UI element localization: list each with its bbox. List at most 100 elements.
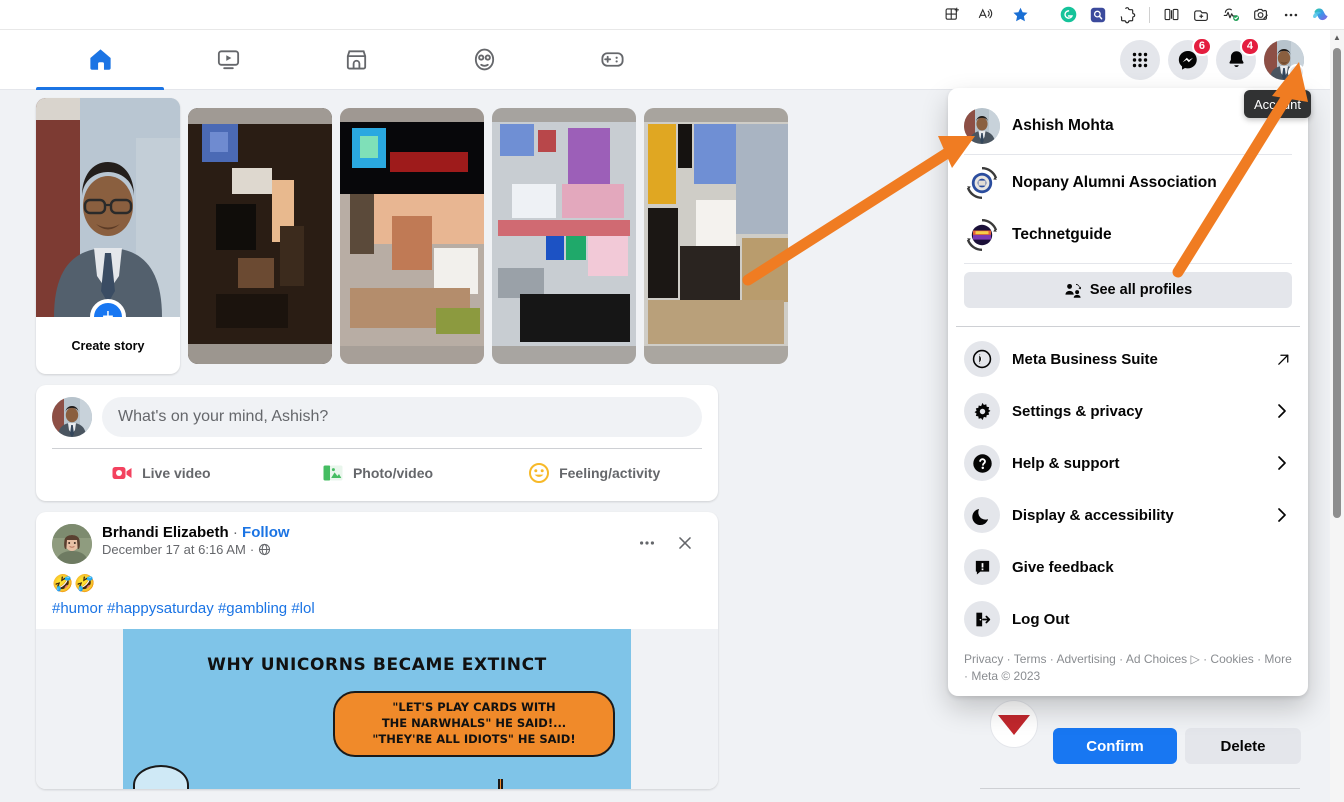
home-icon [89, 49, 111, 70]
logout-icon [964, 601, 1000, 637]
stories-tray: + Create story [36, 98, 788, 374]
chevron-down-icon [1288, 63, 1305, 81]
switch-profile-icon [1065, 283, 1081, 298]
avatar [964, 217, 1000, 253]
groups-icon [474, 48, 494, 71]
background-dialog: Confirm Delete [960, 700, 1330, 802]
see-all-profiles-label: See all profiles [1089, 282, 1193, 298]
grammarly-extension-icon[interactable] [1053, 2, 1083, 28]
comic-bubble-tail [498, 779, 503, 789]
post-hashtags[interactable]: #humor #happysaturday #gambling #lol [52, 600, 702, 617]
nav-right-actions: 6 4 [1120, 36, 1330, 81]
see-all-profiles-button[interactable]: See all profiles [964, 272, 1292, 308]
story-card-1[interactable] [188, 108, 332, 364]
ellipsis-icon [640, 541, 654, 545]
settings-more-icon[interactable] [1276, 2, 1306, 28]
comic-bubble-line-3: "THEY'RE ALL IDIOTS" HE SAID! [372, 731, 576, 746]
menu-item-label: Settings & privacy [1012, 402, 1143, 420]
chevron-right-icon [1272, 505, 1292, 525]
browser-essentials-icon[interactable] [1216, 2, 1246, 28]
feeling-activity-button[interactable]: Feeling/activity [485, 453, 702, 493]
story-thumbnail [340, 108, 484, 364]
marketplace-icon [346, 50, 366, 70]
collections-add-icon[interactable] [937, 2, 967, 28]
grid-icon [1132, 52, 1148, 67]
tab-gaming[interactable] [548, 30, 676, 90]
browser-toolbar [0, 0, 1344, 30]
browser-toolbar-pill [931, 1, 1041, 28]
post-composer: What's on your mind, Ashish? Live video [36, 385, 718, 501]
page-scrollbar[interactable]: ▲ [1330, 30, 1344, 802]
post-author-avatar[interactable] [52, 524, 92, 564]
read-aloud-icon[interactable] [971, 2, 1001, 28]
account-avatar-button[interactable] [1264, 39, 1305, 81]
delete-button[interactable]: Delete [1185, 728, 1301, 764]
meta-icon [964, 341, 1000, 377]
story-card-4[interactable] [644, 108, 788, 364]
post-tools [630, 526, 702, 560]
post-meta: Brhandi Elizabeth · Follow December 17 a… [102, 524, 630, 557]
profile-name: Technetguide [1012, 226, 1112, 243]
post-close-button[interactable] [668, 526, 702, 560]
menu-settings-privacy[interactable]: Settings & privacy [956, 385, 1300, 437]
live-video-label: Live video [142, 465, 211, 481]
question-icon [964, 445, 1000, 481]
feedback-glyph [975, 560, 989, 574]
menu-display-accessibility[interactable]: Display & accessibility [956, 489, 1300, 541]
screenshot-icon[interactable] [1246, 2, 1276, 28]
extensions-puzzle-icon[interactable] [1113, 2, 1143, 28]
confirm-button[interactable]: Confirm [1053, 728, 1177, 764]
live-video-button[interactable]: Live video [52, 453, 269, 493]
post-more-options-button[interactable] [630, 526, 664, 560]
question-glyph [972, 453, 992, 473]
copilot-icon[interactable] [1306, 2, 1336, 28]
menu-footer-links[interactable]: Privacy · Terms · Advertising · Ad Choic… [956, 645, 1300, 690]
photo-video-button[interactable]: Photo/video [269, 453, 486, 493]
nav-tab-list [36, 30, 676, 90]
composer-input[interactable]: What's on your mind, Ashish? [102, 397, 702, 437]
story-card-2[interactable] [340, 108, 484, 364]
post-separator-2: · [249, 542, 255, 557]
photo-icon [323, 465, 343, 481]
profile-technetguide[interactable]: Technetguide [956, 209, 1300, 261]
comic-figure [133, 765, 189, 789]
split-screen-icon[interactable] [1156, 2, 1186, 28]
comic-canvas: WHY UNICORNS BECAME EXTINCT "LET'S PLAY … [123, 629, 631, 789]
tab-groups[interactable] [420, 30, 548, 90]
post-body: 🤣🤣 #humor #happysaturday #gambling #lol [36, 564, 718, 617]
post-author-line: Brhandi Elizabeth · Follow [102, 524, 630, 541]
notifications-button[interactable]: 4 [1216, 36, 1260, 80]
post-image[interactable]: WHY UNICORNS BECAME EXTINCT "LET'S PLAY … [36, 629, 718, 789]
menu-item-label: Give feedback [1012, 558, 1114, 576]
extension-blue-icon[interactable] [1083, 2, 1113, 28]
menu-help-support[interactable]: Help & support [956, 437, 1300, 489]
page-logo [966, 167, 998, 199]
menu-give-feedback[interactable]: Give feedback [956, 541, 1300, 593]
background-divider [980, 788, 1300, 789]
menu-item-label: Log Out [1012, 610, 1070, 628]
tab-marketplace[interactable] [292, 30, 420, 90]
add-tab-to-collection-icon[interactable] [1186, 2, 1216, 28]
story-card-3[interactable] [492, 108, 636, 364]
profile-name: Nopany Alumni Association [1012, 174, 1217, 191]
profile-nopany-alumni[interactable]: Nopany Alumni Association [956, 157, 1300, 209]
chevron-right-icon [1272, 401, 1292, 421]
menu-log-out[interactable]: Log Out [956, 593, 1300, 645]
scroll-up-arrow-icon[interactable]: ▲ [1330, 30, 1344, 44]
menu-item-label: Help & support [1012, 454, 1120, 472]
tab-home[interactable] [36, 30, 164, 90]
comic-bubble-line-1: "LET'S PLAY CARDS WITH [392, 700, 556, 714]
menu-grid-button[interactable] [1120, 39, 1160, 80]
post-follow-link[interactable]: Follow [242, 524, 290, 541]
toolbar-divider [1149, 6, 1150, 23]
post-separator: · [232, 524, 238, 541]
composer-avatar[interactable] [52, 397, 92, 437]
messenger-button[interactable]: 6 [1168, 36, 1212, 80]
create-story-card[interactable]: + Create story [36, 98, 180, 374]
scrollbar-thumb[interactable] [1333, 48, 1341, 518]
tab-video[interactable] [164, 30, 292, 90]
story-thumbnail [644, 108, 788, 364]
menu-meta-business-suite[interactable]: Meta Business Suite [956, 333, 1300, 385]
gear-icon [964, 393, 1000, 429]
favorites-star-icon[interactable] [1005, 2, 1035, 28]
